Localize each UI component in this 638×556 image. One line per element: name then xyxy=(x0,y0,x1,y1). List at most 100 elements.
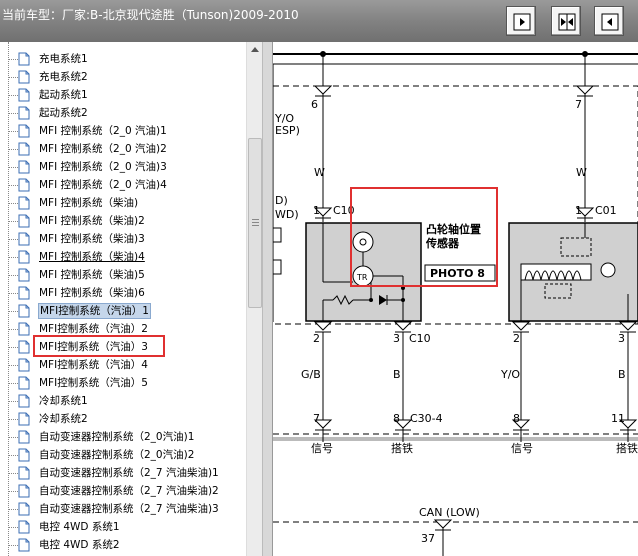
tree-item[interactable]: MFI 控制系统（柴油)5 xyxy=(0,266,246,284)
scroll-thumb[interactable] xyxy=(248,138,262,308)
tree-item[interactable]: 起动系统1 xyxy=(0,86,246,104)
connector-c01-label: C01 xyxy=(595,204,617,217)
document-icon xyxy=(18,196,30,210)
tree-item-label: 冷却系统1 xyxy=(39,395,88,407)
title-bar: 当前车型：厂家:B-北京现代途胜（Tunson)2009-2010 xyxy=(0,0,638,42)
tree-panel: 充电系统1 充电系统2 起动系统1 起动系统2 MFI 控制系统（2_0 汽油)1 MFI… xyxy=(0,42,246,556)
pane-splitter[interactable] xyxy=(262,42,273,556)
show-right-pane-button[interactable] xyxy=(594,6,624,36)
connector-c10-label: C10 xyxy=(409,332,431,345)
pin-label: 7 xyxy=(313,412,320,425)
tree-item-label: MFI 控制系统（2_0 汽油)2 xyxy=(39,143,167,155)
pin-label: 3 xyxy=(393,332,400,345)
tree-item[interactable]: MFI 控制系统（2_0 汽油)3 xyxy=(0,158,246,176)
left-partial-label: D) xyxy=(275,194,288,207)
tree-item-label: 电控 4WD 系统1 xyxy=(39,521,120,533)
document-icon xyxy=(18,160,30,174)
tree-item[interactable]: MFI 控制系统（柴油)4 xyxy=(0,248,246,266)
document-icon xyxy=(18,268,30,282)
pin-label: 8 xyxy=(513,412,520,425)
tree-item[interactable]: MFI 控制系统（柴油) xyxy=(0,194,246,212)
document-icon xyxy=(18,484,30,498)
tree-item[interactable]: MFI 控制系统（柴油)3 xyxy=(0,230,246,248)
pin-label: 37 xyxy=(421,532,435,545)
tree-item[interactable]: 冷却系统2 xyxy=(0,410,246,428)
pin-label: 2 xyxy=(313,332,320,345)
tree-connector xyxy=(8,401,18,402)
tree-item[interactable]: MFI 控制系统（柴油)6 xyxy=(0,284,246,302)
sensor-name-line1: 凸轮轴位置 xyxy=(426,222,481,236)
show-right-icon xyxy=(601,13,619,31)
tree-item[interactable]: MFI控制系统（汽油）5 xyxy=(0,374,246,392)
tree-item[interactable]: 充电系统1 xyxy=(0,50,246,68)
scroll-up-button[interactable] xyxy=(247,42,263,56)
tree-item-label: MFI 控制系统（柴油)3 xyxy=(39,233,145,245)
tree-connector xyxy=(8,95,18,96)
tree-connector xyxy=(8,473,18,474)
tree-scrollbar[interactable] xyxy=(246,42,262,556)
tree-item-label: 起动系统2 xyxy=(39,107,88,119)
split-pane-button[interactable] xyxy=(551,6,581,36)
tree-connector xyxy=(8,509,18,510)
tree-connector xyxy=(8,77,18,78)
document-icon xyxy=(18,52,30,66)
document-icon xyxy=(18,394,30,408)
tree-connector xyxy=(8,329,18,330)
diagram-canvas: 6 7 Y/O ESP) D) WD) W W 1 C10 1 C01 TR 凸… xyxy=(273,51,638,556)
connector-c30-label: C30-4 xyxy=(410,412,443,425)
tree-item[interactable]: 电控 4WD 系统1 xyxy=(0,518,246,536)
tree-item-label: MFI 控制系统（柴油)6 xyxy=(39,287,145,299)
can-low-label: CAN (LOW) xyxy=(419,506,480,519)
tree-item[interactable]: MFI控制系统（汽油）4 xyxy=(0,356,246,374)
tree-item[interactable]: 自动变速器控制系统（2_0汽油)2 xyxy=(0,446,246,464)
document-icon xyxy=(18,286,30,300)
tree-connector xyxy=(8,221,18,222)
pin-label: 8 xyxy=(393,412,400,425)
tree-connector xyxy=(8,383,18,384)
document-icon xyxy=(18,124,30,138)
tree-item[interactable]: MFI控制系统（汽油）1 xyxy=(0,302,246,320)
pin-label: 3 xyxy=(618,332,625,345)
tree-item-label: MFI控制系统（汽油）4 xyxy=(39,359,148,371)
pin-top-left: 6 xyxy=(311,98,318,111)
tree-item[interactable]: 自动变速器控制系统（2_7 汽油柴油)1 xyxy=(0,464,246,482)
tr-label: TR xyxy=(356,273,368,282)
pin-label: 1 xyxy=(575,204,582,217)
tree-item-label: 自动变速器控制系统（2_7 汽油柴油)2 xyxy=(39,485,219,497)
tree-item[interactable]: 冷却系统1 xyxy=(0,392,246,410)
document-icon xyxy=(18,520,30,534)
left-partial-label: WD) xyxy=(275,208,299,221)
tree-connector xyxy=(8,527,18,528)
tree-item-label: 自动变速器控制系统（2_0汽油)2 xyxy=(39,449,195,461)
ground-label: 搭铁 xyxy=(391,442,413,455)
pin-top-right: 7 xyxy=(575,98,582,111)
show-left-pane-button[interactable] xyxy=(506,6,536,36)
connector-arrow xyxy=(313,85,333,95)
tree-item[interactable]: MFI 控制系统（柴油)2 xyxy=(0,212,246,230)
tree-item[interactable]: MFI 控制系统（2_0 汽油)4 xyxy=(0,176,246,194)
tree-item[interactable]: 充电系统2 xyxy=(0,68,246,86)
document-icon xyxy=(18,358,30,372)
split-icon xyxy=(558,13,576,31)
tree-item[interactable]: 自动变速器控制系统（2_7 汽油柴油)3 xyxy=(0,500,246,518)
tree-item-label: 电控 4WD 系统2 xyxy=(39,539,120,551)
tree-item[interactable]: 自动变速器控制系统（2_0汽油)1 xyxy=(0,428,246,446)
photo-label: PHOTO 8 xyxy=(430,267,485,280)
tree-item-label: 充电系统1 xyxy=(39,53,88,65)
tree-connector xyxy=(8,437,18,438)
document-icon xyxy=(18,376,30,390)
tree-item[interactable]: MFI 控制系统（2_0 汽油)1 xyxy=(0,122,246,140)
tree-item[interactable]: MFI 控制系统（2_0 汽油)2 xyxy=(0,140,246,158)
tree-connector xyxy=(8,257,18,258)
tree-connector xyxy=(8,293,18,294)
tree-item[interactable]: 自动变速器控制系统（2_7 汽油柴油)2 xyxy=(0,482,246,500)
document-icon xyxy=(18,88,30,102)
sensor-name-line2: 传感器 xyxy=(425,236,460,250)
tree-item[interactable]: 电控 4WD 系统2 xyxy=(0,536,246,554)
tree-item-label: MFI控制系统（汽油）5 xyxy=(39,377,148,389)
document-icon xyxy=(18,466,30,480)
wire-color-gb: G/B xyxy=(301,368,321,381)
tree-connector xyxy=(8,419,18,420)
wire-color-b: B xyxy=(618,368,626,381)
tree-item[interactable]: 起动系统2 xyxy=(0,104,246,122)
